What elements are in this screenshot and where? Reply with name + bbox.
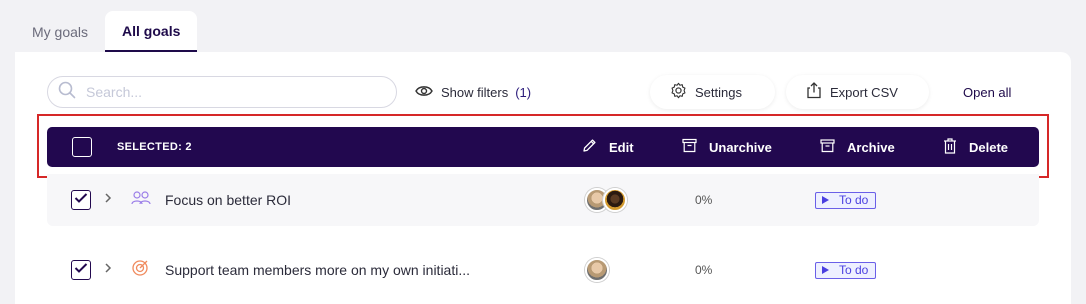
tab-all-goals[interactable]: All goals — [105, 11, 198, 52]
pencil-icon — [582, 138, 609, 156]
goal-tabs: My goals All goals — [15, 11, 198, 52]
goal-row[interactable]: Focus on better ROI 0% To do — [47, 174, 1039, 226]
search-input[interactable] — [86, 84, 366, 100]
owner-avatars — [585, 258, 609, 282]
trash-icon — [943, 137, 969, 157]
settings-label: Settings — [695, 84, 742, 100]
play-icon — [822, 196, 829, 204]
settings-button[interactable]: Settings — [650, 75, 775, 109]
avatar — [603, 188, 627, 212]
archive-label: Archive — [847, 139, 895, 155]
goal-progress: 0% — [695, 263, 713, 277]
show-filters-button[interactable]: Show filters (1) — [415, 75, 531, 109]
goal-title[interactable]: Focus on better ROI — [165, 192, 291, 208]
row-checkbox[interactable] — [71, 260, 91, 280]
target-icon — [131, 259, 149, 282]
chevron-right-icon[interactable] — [104, 261, 112, 279]
delete-button[interactable]: Delete — [943, 127, 1008, 167]
edit-button[interactable]: Edit — [582, 127, 634, 167]
export-csv-button[interactable]: Export CSV — [786, 75, 929, 109]
delete-label: Delete — [969, 139, 1009, 155]
unarchive-button[interactable]: Unarchive — [682, 127, 772, 167]
avatar — [585, 258, 609, 282]
show-filters-label: Show filters — [441, 84, 509, 100]
status-label: To do — [839, 193, 869, 207]
open-all-link[interactable]: Open all — [963, 75, 1011, 109]
select-all-checkbox[interactable] — [72, 137, 92, 157]
group-icon — [131, 190, 151, 210]
goal-progress: 0% — [695, 193, 713, 207]
archive-icon — [820, 138, 847, 156]
checkmark-icon — [74, 261, 88, 279]
selection-bar: SELECTED: 2 Edit Unarchive Archive Delet… — [47, 127, 1039, 167]
gear-icon — [670, 82, 695, 102]
search-icon — [58, 81, 76, 104]
status-label: To do — [839, 263, 869, 277]
export-csv-label: Export CSV — [830, 84, 898, 100]
archive-button[interactable]: Archive — [820, 127, 895, 167]
play-icon — [822, 266, 829, 274]
status-badge[interactable]: To do — [815, 261, 877, 279]
goal-title[interactable]: Support team members more on my own init… — [165, 262, 470, 278]
eye-icon — [415, 84, 441, 101]
selected-count: SELECTED: 2 — [117, 141, 192, 153]
unarchive-label: Unarchive — [709, 139, 772, 155]
export-icon — [806, 82, 830, 102]
filters-count: (1) — [515, 84, 532, 100]
tab-my-goals[interactable]: My goals — [15, 11, 105, 52]
edit-label: Edit — [609, 139, 634, 155]
row-checkbox[interactable] — [71, 190, 91, 210]
goal-row[interactable]: Support team members more on my own init… — [47, 244, 1039, 296]
status-badge[interactable]: To do — [815, 191, 877, 209]
checkmark-icon — [74, 191, 88, 209]
unarchive-icon — [682, 138, 709, 156]
chevron-right-icon[interactable] — [104, 191, 112, 209]
owner-avatars — [585, 188, 627, 212]
search-box — [47, 76, 397, 108]
